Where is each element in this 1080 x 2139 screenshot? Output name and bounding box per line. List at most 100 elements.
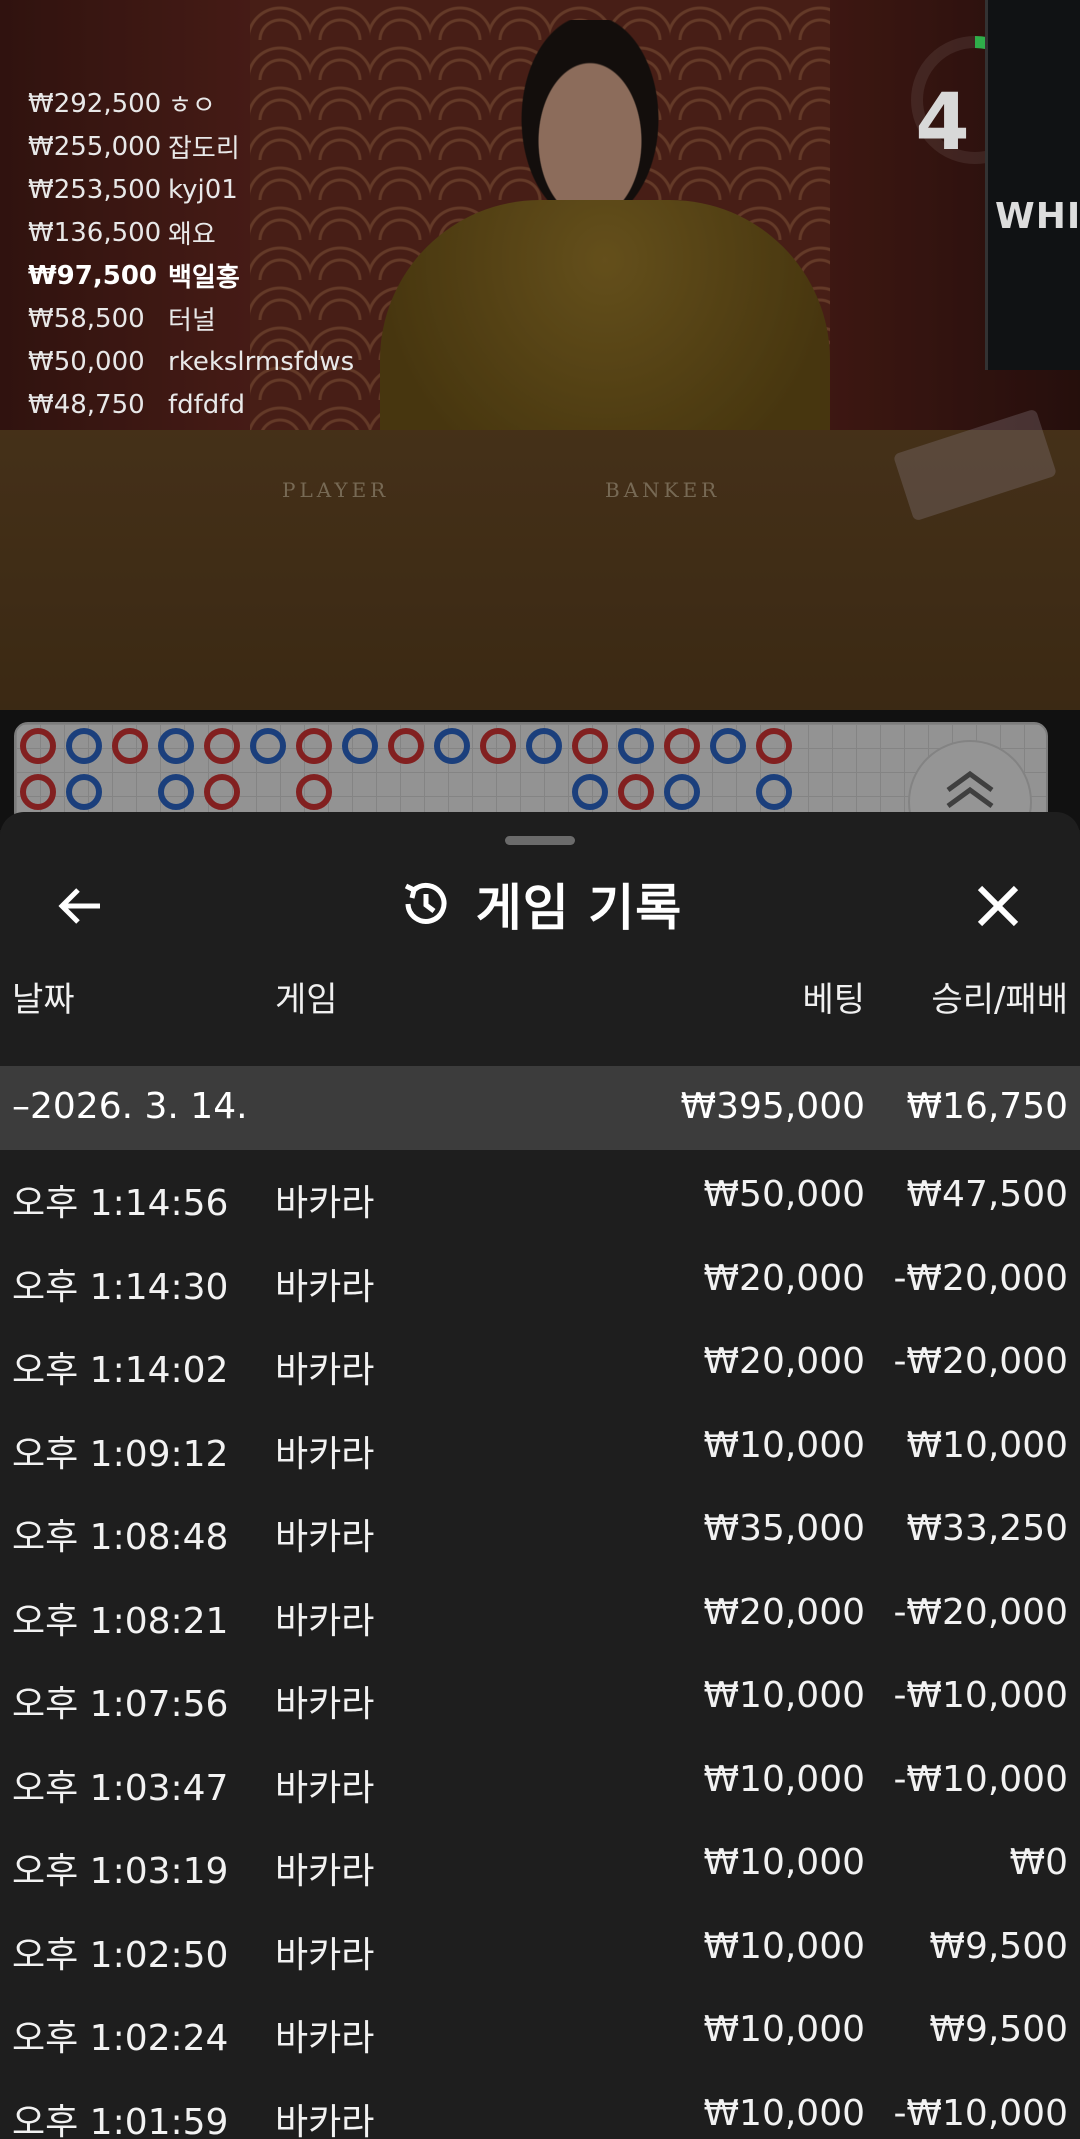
row-result: -₩10,000 bbox=[893, 1675, 1068, 1716]
row-result: ₩33,250 bbox=[906, 1508, 1068, 1549]
row-result: -₩10,000 bbox=[893, 2092, 1068, 2134]
row-game: 바카라 bbox=[275, 2101, 375, 2139]
sheet-drag-handle[interactable] bbox=[505, 836, 575, 845]
row-time: 오후 1:02:50 bbox=[12, 1934, 229, 1976]
countdown-seconds: 4 bbox=[915, 78, 970, 168]
row-game: 바카라 bbox=[275, 1767, 375, 1809]
row-bet: ₩35,000 bbox=[703, 1508, 865, 1549]
leaderboard-user: 왜요 bbox=[168, 220, 216, 250]
header-bet: 베팅 bbox=[802, 980, 865, 1020]
row-game: 바카라 bbox=[275, 2018, 375, 2059]
row-game: 바카라 bbox=[275, 1266, 375, 1308]
row-time: 오후 1:08:48 bbox=[12, 1517, 229, 1558]
row-time: 오후 1:09:12 bbox=[12, 1433, 229, 1475]
leaderboard-amount: ₩136,500 bbox=[28, 217, 162, 248]
header-result: 승리/패배 bbox=[931, 980, 1068, 1020]
row-bet: ₩10,000 bbox=[703, 1842, 865, 1883]
row-time: 오후 1:02:24 bbox=[12, 2018, 229, 2059]
history-clock-icon bbox=[404, 882, 447, 924]
row-game: 바카라 bbox=[275, 1934, 375, 1976]
row-bet: ₩20,000 bbox=[703, 1257, 865, 1299]
row-game: 바카라 bbox=[275, 1684, 375, 1725]
leaderboard-user: kyj01 bbox=[168, 174, 238, 205]
row-time: 오후 1:03:47 bbox=[12, 1767, 229, 1809]
leaderboard-row: ₩255,000 잡도리 bbox=[28, 125, 354, 168]
leaderboard-amount: ₩50,000 bbox=[28, 346, 145, 377]
sheet-title: 게임 기록 bbox=[0, 864, 1080, 944]
row-result: ₩10,000 bbox=[906, 1424, 1068, 1466]
row-result: ₩0 bbox=[1009, 1842, 1069, 1883]
sheet-title-text: 게임 기록 bbox=[475, 879, 683, 937]
row-result: -₩20,000 bbox=[893, 1591, 1068, 1633]
row-time: 오후 1:07:56 bbox=[12, 1684, 229, 1725]
leaderboard-amount: ₩58,500 bbox=[28, 303, 145, 334]
row-game: 바카라 bbox=[275, 1433, 375, 1475]
row-bet: ₩10,000 bbox=[703, 1424, 865, 1466]
history-row[interactable]: 오후 1:07:56 바카라 ₩10,000 -₩10,000 bbox=[0, 1651, 1080, 1735]
row-result: ₩9,500 bbox=[929, 2009, 1068, 2050]
row-time: 오후 1:14:56 bbox=[12, 1183, 229, 1224]
row-game: 바카라 bbox=[275, 1851, 375, 1892]
leaderboard-row: ₩48,750 fdfdfd bbox=[28, 383, 354, 426]
row-game: 바카라 bbox=[275, 1517, 375, 1558]
leaderboard-amount: ₩253,500 bbox=[28, 174, 162, 205]
history-row[interactable]: 오후 1:08:21 바카라 ₩20,000 -₩20,000 bbox=[0, 1568, 1080, 1652]
row-result: ₩47,500 bbox=[906, 1174, 1068, 1215]
row-time: 오후 1:14:02 bbox=[12, 1350, 229, 1391]
row-result: -₩20,000 bbox=[893, 1257, 1068, 1299]
leaderboard-user: fdfdfd bbox=[168, 389, 245, 420]
monitor-label: WHITE bbox=[995, 196, 1080, 237]
row-bet: ₩10,000 bbox=[703, 1758, 865, 1800]
leaderboard-amount: ₩292,500 bbox=[28, 88, 162, 119]
row-time: 오후 1:08:21 bbox=[12, 1600, 229, 1642]
history-row[interactable]: 오후 1:03:19 바카라 ₩10,000 ₩0 bbox=[0, 1818, 1080, 1902]
row-time: 오후 1:14:30 bbox=[12, 1266, 229, 1308]
row-result: ₩9,500 bbox=[929, 1925, 1068, 1967]
leaderboard-row: ₩58,500 터널 bbox=[28, 297, 354, 340]
game-history-sheet: 게임 기록 날짜 게임 베팅 승리/패배 –2026. 3. 14. ₩395,… bbox=[0, 812, 1080, 2139]
row-bet: ₩10,000 bbox=[703, 1675, 865, 1716]
row-game: 바카라 bbox=[275, 1183, 375, 1224]
close-button[interactable] bbox=[968, 876, 1028, 936]
row-bet: ₩10,000 bbox=[703, 2009, 865, 2050]
history-row[interactable]: 오후 1:14:56 바카라 ₩50,000 ₩47,500 bbox=[0, 1150, 1080, 1234]
date-group-row[interactable]: –2026. 3. 14. ₩395,000 ₩16,750 bbox=[0, 1066, 1080, 1150]
row-time: 오후 1:03:19 bbox=[12, 1851, 229, 1892]
history-table-header: 날짜 게임 베팅 승리/패배 bbox=[0, 972, 1080, 1030]
leaderboard-amount: ₩97,500 bbox=[28, 260, 158, 291]
leaderboard-amount: ₩255,000 bbox=[28, 131, 162, 162]
leaderboard-user: 백일홍 bbox=[168, 263, 240, 293]
row-bet: ₩20,000 bbox=[703, 1341, 865, 1382]
history-row[interactable]: 오후 1:14:30 바카라 ₩20,000 -₩20,000 bbox=[0, 1234, 1080, 1318]
winners-leaderboard: ₩292,500 ㅎㅇ ₩255,000 잡도리 ₩253,500 kyj01 ₩136,5… bbox=[28, 82, 354, 426]
row-bet: ₩50,000 bbox=[703, 1174, 865, 1215]
row-game: 바카라 bbox=[275, 1350, 375, 1391]
close-icon bbox=[977, 885, 1019, 927]
leaderboard-row: ₩136,500 왜요 bbox=[28, 211, 354, 254]
history-row[interactable]: 오후 1:03:47 바카라 ₩10,000 -₩10,000 bbox=[0, 1735, 1080, 1819]
row-bet: ₩10,000 bbox=[703, 2092, 865, 2134]
row-result: -₩20,000 bbox=[893, 1341, 1068, 1382]
history-row[interactable]: 오후 1:02:24 바카라 ₩10,000 ₩9,500 bbox=[0, 1985, 1080, 2069]
date-group-result-total: ₩16,750 bbox=[906, 1086, 1068, 1127]
leaderboard-row: ₩50,000 rkekslrmsfdws bbox=[28, 340, 354, 383]
header-date: 날짜 bbox=[12, 980, 75, 1020]
leaderboard-row: ₩253,500 kyj01 bbox=[28, 168, 354, 211]
row-bet: ₩20,000 bbox=[703, 1591, 865, 1633]
history-row[interactable]: 오후 1:08:48 바카라 ₩35,000 ₩33,250 bbox=[0, 1484, 1080, 1568]
leaderboard-user: rkekslrmsfdws bbox=[168, 346, 355, 377]
leaderboard-user: 터널 bbox=[168, 306, 216, 336]
leaderboard-amount: ₩48,750 bbox=[28, 389, 145, 420]
history-row[interactable]: 오후 1:01:59 바카라 ₩10,000 -₩10,000 bbox=[0, 2069, 1080, 2139]
leaderboard-row: ₩292,500 ㅎㅇ bbox=[28, 82, 354, 125]
row-bet: ₩10,000 bbox=[703, 1925, 865, 1967]
leaderboard-user: 잡도리 bbox=[168, 134, 240, 164]
row-result: -₩10,000 bbox=[893, 1758, 1068, 1800]
history-rows: 오후 1:14:56 바카라 ₩50,000 ₩47,500 오후 1:14:30 바카라… bbox=[0, 1150, 1080, 2139]
date-group-bet-total: ₩395,000 bbox=[680, 1086, 865, 1127]
history-row[interactable]: 오후 1:14:02 바카라 ₩20,000 -₩20,000 bbox=[0, 1317, 1080, 1401]
history-row[interactable]: 오후 1:09:12 바카라 ₩10,000 ₩10,000 bbox=[0, 1401, 1080, 1485]
leaderboard-row: ₩97,500 백일홍 bbox=[28, 254, 354, 297]
date-group-date: –2026. 3. 14. bbox=[12, 1086, 248, 1127]
history-row[interactable]: 오후 1:02:50 바카라 ₩10,000 ₩9,500 bbox=[0, 1902, 1080, 1986]
